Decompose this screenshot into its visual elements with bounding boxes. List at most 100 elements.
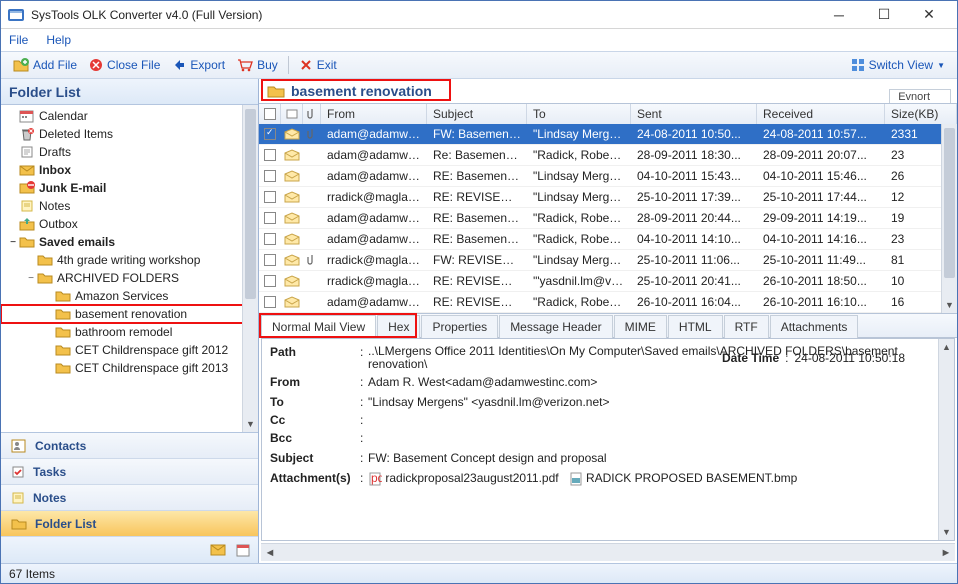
mail-icon xyxy=(281,170,303,182)
closefile-icon xyxy=(89,58,103,72)
scroll-thumb[interactable] xyxy=(245,109,256,299)
maximize-button[interactable]: ☐ xyxy=(862,2,906,28)
cell-subject: RE: Basement Co... xyxy=(427,211,527,225)
tree-item[interactable]: basement renovation xyxy=(1,305,258,323)
row-checkbox[interactable] xyxy=(259,170,281,182)
mail-icon xyxy=(281,191,303,203)
cell-from: rradick@maglaw... xyxy=(321,190,427,204)
scroll-up-icon[interactable]: ▲ xyxy=(939,339,954,355)
row-checkbox[interactable] xyxy=(259,149,281,161)
attachment-1[interactable]: radickproposal23august2011.pdf xyxy=(385,471,558,485)
row-checkbox[interactable] xyxy=(259,296,281,308)
tab-html[interactable]: HTML xyxy=(668,315,723,338)
tree-scrollbar[interactable]: ▲ ▼ xyxy=(242,105,258,432)
addfile-button[interactable]: Add File xyxy=(7,53,83,77)
attachment-icon xyxy=(303,254,321,266)
menu-file[interactable]: File xyxy=(9,33,28,47)
col-from[interactable]: From xyxy=(321,104,427,124)
tab-mime[interactable]: MIME xyxy=(614,315,667,338)
email-row[interactable]: rradick@maglaw...FW: REVISED PR..."Linds… xyxy=(259,250,957,271)
email-row[interactable]: adam@adamwes...FW: Basement C..."Lindsay… xyxy=(259,124,957,145)
tree-label: Saved emails xyxy=(39,235,115,249)
switchview-button[interactable]: Switch View ▼ xyxy=(845,53,951,77)
tree-item[interactable]: Notes xyxy=(1,197,258,215)
row-checkbox[interactable] xyxy=(259,275,281,287)
email-row[interactable]: adam@adamwes...Re: Basement Co..."Radick… xyxy=(259,145,957,166)
tree-item[interactable]: Drafts xyxy=(1,143,258,161)
tree-twisty[interactable]: − xyxy=(7,237,19,248)
row-checkbox[interactable] xyxy=(259,128,281,140)
col-icon[interactable] xyxy=(281,104,303,124)
nav-tasks[interactable]: Tasks xyxy=(1,459,258,485)
nav-contacts[interactable]: Contacts xyxy=(1,433,258,459)
detail-hscrollbar[interactable]: ◄ ► xyxy=(261,543,955,561)
tab-normal-mail-view[interactable]: Normal Mail View xyxy=(261,315,376,338)
tree-item[interactable]: Outbox xyxy=(1,215,258,233)
tab-properties[interactable]: Properties xyxy=(421,315,498,338)
col-sent[interactable]: Sent xyxy=(631,104,757,124)
tree-twisty[interactable]: − xyxy=(25,273,37,284)
attachment-list: pdf radickproposal23august2011.pdf RADIC… xyxy=(368,471,930,486)
col-received[interactable]: Received xyxy=(757,104,885,124)
nav-calendar-icon[interactable] xyxy=(236,543,250,557)
scroll-left-icon[interactable]: ◄ xyxy=(261,547,279,559)
tab-message-header[interactable]: Message Header xyxy=(499,315,612,338)
cell-to: "Radick, Robert ... xyxy=(527,232,631,246)
tab-hex[interactable]: Hex xyxy=(377,315,420,338)
row-checkbox[interactable] xyxy=(259,212,281,224)
scroll-down-icon[interactable]: ▼ xyxy=(243,416,258,432)
email-row[interactable]: adam@adamwes...RE: Basement Co..."Radick… xyxy=(259,229,957,250)
row-checkbox[interactable] xyxy=(259,191,281,203)
buy-button[interactable]: Buy xyxy=(231,53,284,77)
mail-icon xyxy=(281,254,303,266)
folder-icon xyxy=(55,360,71,376)
closefile-button[interactable]: Close File xyxy=(83,53,166,77)
col-size[interactable]: Size(KB) xyxy=(885,104,957,124)
exit-button[interactable]: Exit xyxy=(293,53,343,77)
tree-item[interactable]: Amazon Services xyxy=(1,287,258,305)
tree-item[interactable]: Junk E-mail xyxy=(1,179,258,197)
nav-folderlist[interactable]: Folder List xyxy=(1,511,258,537)
email-row[interactable]: rradick@maglaw...RE: REVISED PR...'"yasd… xyxy=(259,271,957,292)
menu-help[interactable]: Help xyxy=(46,33,71,47)
folder-tree[interactable]: CalendarDeleted ItemsDraftsInboxJunk E-m… xyxy=(1,105,258,432)
tree-item[interactable]: − Saved emails xyxy=(1,233,258,251)
email-row[interactable]: rradick@maglaw...RE: REVISED PR..."Linds… xyxy=(259,187,957,208)
cell-subject: RE: REVISED PR... xyxy=(427,295,527,309)
cell-sent: 26-10-2011 16:04... xyxy=(631,295,757,309)
tree-item[interactable]: 4th grade writing workshop xyxy=(1,251,258,269)
row-checkbox[interactable] xyxy=(259,233,281,245)
detail-scrollbar[interactable]: ▲ ▼ xyxy=(938,339,954,540)
tree-item[interactable]: Inbox xyxy=(1,161,258,179)
tree-item[interactable]: CET Childrenspace gift 2013 xyxy=(1,359,258,377)
scroll-down-icon[interactable]: ▼ xyxy=(939,524,954,540)
row-checkbox[interactable] xyxy=(259,254,281,266)
export-button[interactable]: Export xyxy=(166,53,231,77)
minimize-button[interactable]: ─ xyxy=(817,2,861,28)
col-checkbox[interactable] xyxy=(259,104,281,124)
col-to[interactable]: To xyxy=(527,104,631,124)
tab-rtf[interactable]: RTF xyxy=(724,315,769,338)
close-button[interactable]: ✕ xyxy=(907,2,951,28)
tab-attachments[interactable]: Attachments xyxy=(770,315,859,338)
tree-item[interactable]: CET Childrenspace gift 2012 xyxy=(1,341,258,359)
attachment-2[interactable]: RADICK PROPOSED BASEMENT.bmp xyxy=(586,471,797,485)
scroll-down-icon[interactable]: ▼ xyxy=(942,297,957,313)
col-subject[interactable]: Subject xyxy=(427,104,527,124)
cell-subject: RE: REVISED PR... xyxy=(427,274,527,288)
scroll-thumb[interactable] xyxy=(944,128,955,278)
drafts-icon xyxy=(19,144,35,160)
nav-notes[interactable]: Notes xyxy=(1,485,258,511)
nav-mail-icon[interactable] xyxy=(210,543,226,557)
email-row[interactable]: adam@adamwes...RE: REVISED PR..."Radick,… xyxy=(259,292,957,313)
scroll-right-icon[interactable]: ► xyxy=(937,547,955,559)
tree-item[interactable]: bathroom remodel xyxy=(1,323,258,341)
email-row[interactable]: adam@adamwes...RE: Basement Co..."Radick… xyxy=(259,208,957,229)
col-attachment[interactable] xyxy=(303,104,321,124)
cell-to: "Lindsay Mergen... xyxy=(527,190,631,204)
grid-scrollbar[interactable]: ▲ ▼ xyxy=(941,124,957,313)
tree-item[interactable]: Calendar xyxy=(1,107,258,125)
tree-item[interactable]: Deleted Items xyxy=(1,125,258,143)
email-row[interactable]: adam@adamwes...RE: Basement Co..."Lindsa… xyxy=(259,166,957,187)
tree-item[interactable]: −ARCHIVED FOLDERS xyxy=(1,269,258,287)
